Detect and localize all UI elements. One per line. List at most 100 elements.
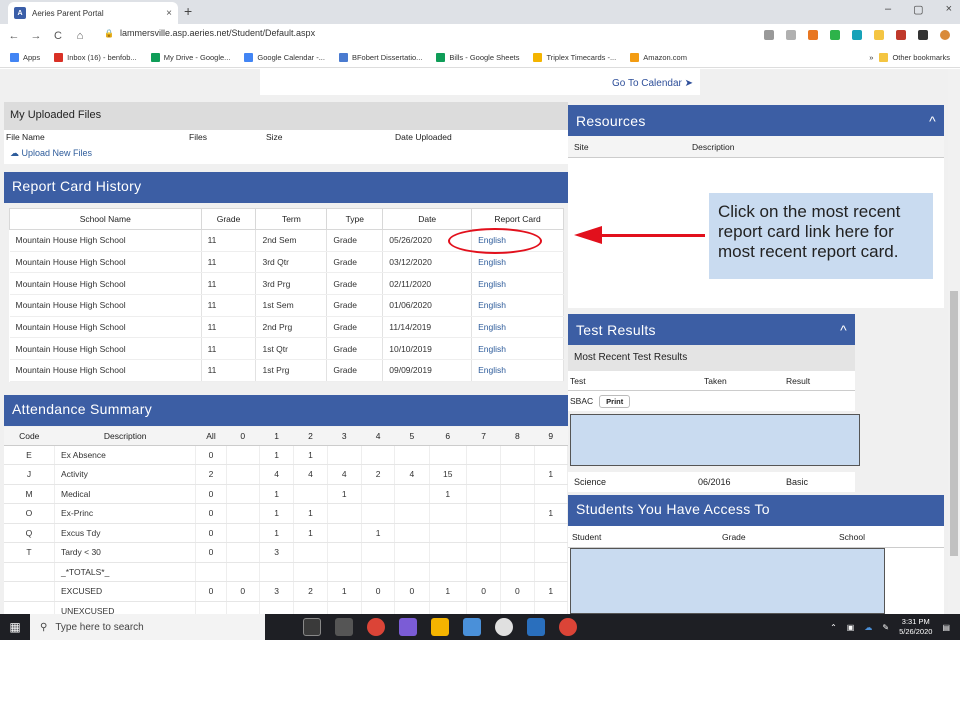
home-button[interactable]: ⌂ — [72, 30, 88, 42]
report-card-link[interactable]: English — [471, 337, 564, 361]
app-icon[interactable] — [399, 618, 417, 636]
table-cell — [195, 562, 227, 582]
table-cell: 1 — [361, 523, 396, 543]
table-cell — [466, 523, 502, 543]
report-card-link[interactable]: English — [471, 251, 564, 274]
collapse-icon[interactable]: ^ — [929, 113, 936, 129]
table-cell: 1 — [534, 581, 569, 602]
table-cell: 0 — [195, 484, 227, 504]
maximize-button[interactable]: ▢ — [913, 3, 923, 16]
extension-icon[interactable] — [830, 30, 840, 40]
chrome-icon[interactable] — [367, 618, 385, 636]
table-cell — [4, 562, 55, 582]
tab-close-icon[interactable]: × — [166, 8, 172, 19]
report-card-link[interactable]: English — [471, 316, 564, 339]
column-header: All — [195, 427, 227, 446]
new-tab-button[interactable]: + — [184, 3, 192, 19]
task-view-icon[interactable] — [303, 618, 321, 636]
url-field[interactable]: 🔒 lammersville.asp.aeries.net/Student/De… — [104, 28, 315, 38]
more-bookmarks-button[interactable]: » — [869, 53, 873, 62]
bookmark-bills[interactable]: Bills - Google Sheets — [436, 53, 519, 62]
table-cell: 2nd Sem — [255, 229, 328, 252]
table-cell — [394, 484, 430, 504]
taskbar-search-box[interactable]: ⚲ Type here to search — [30, 614, 265, 640]
table-cell: 11 — [201, 337, 257, 361]
upload-new-files-link[interactable]: ☁ Upload New Files — [4, 144, 568, 163]
app-icon[interactable] — [527, 618, 545, 636]
close-window-button[interactable]: × — [946, 3, 952, 16]
bookmark-apps[interactable]: Apps — [10, 53, 40, 62]
extension-icon[interactable] — [852, 30, 862, 40]
column-header: File Name — [6, 132, 45, 142]
bookmark-timecards[interactable]: Triplex Timecards -... — [533, 53, 616, 62]
resources-title: Resources — [576, 112, 646, 129]
extension-icon[interactable] — [896, 30, 906, 40]
report-card-link[interactable]: English — [471, 272, 564, 296]
table-cell: 11 — [201, 316, 257, 339]
print-button[interactable]: Print — [599, 394, 631, 408]
table-cell: Mountain House High School — [9, 229, 202, 252]
table-cell: 10/10/2019 — [382, 337, 473, 361]
page-scrollbar[interactable] — [948, 69, 960, 614]
page-content: Go To Calendar ➤ My Uploaded Files File … — [0, 69, 960, 614]
table-cell — [466, 503, 502, 524]
minimize-button[interactable]: – — [885, 3, 891, 16]
table-cell — [394, 503, 430, 524]
table-cell: Ex-Princ — [54, 503, 197, 524]
battery-icon[interactable]: ▣ — [847, 623, 855, 632]
arrow-right-circle-icon: ➤ — [684, 78, 694, 89]
chevron-up-icon[interactable]: ⌃ — [830, 623, 837, 632]
pen-icon[interactable]: ✎ — [882, 623, 889, 632]
table-cell — [226, 542, 260, 563]
taskbar-clock[interactable]: 3:31 PM 5/26/2020 — [899, 617, 932, 637]
file-explorer-icon[interactable] — [431, 618, 449, 636]
table-cell: 4 — [259, 464, 295, 485]
report-card-link[interactable]: English — [471, 359, 564, 382]
table-cell — [500, 601, 535, 614]
star-icon[interactable] — [764, 30, 774, 40]
extension-icon[interactable] — [786, 30, 796, 40]
onedrive-icon[interactable]: ☁ — [864, 623, 872, 632]
back-button[interactable]: ← — [6, 30, 22, 42]
table-cell: Ex Absence — [54, 445, 197, 465]
table-cell — [500, 464, 535, 485]
other-bookmarks-folder[interactable]: Other bookmarks — [879, 53, 950, 62]
table-cell: 1 — [259, 503, 295, 524]
table-cell — [534, 523, 569, 543]
app-icon[interactable] — [495, 618, 513, 636]
notifications-icon[interactable]: ▤ — [942, 623, 950, 632]
science-result-row: Science 06/2016 Basic — [568, 472, 855, 492]
collapse-icon[interactable]: ^ — [840, 322, 847, 338]
windows-start-icon[interactable]: ▦ — [0, 614, 30, 640]
table-cell: 0 — [195, 523, 227, 543]
browser-tab[interactable]: A Aeries Parent Portal × — [8, 2, 178, 24]
chrome-icon[interactable] — [559, 618, 577, 636]
table-row: Mountain House High School 11 2nd Prg Grade… — [9, 316, 564, 339]
table-cell: 3 — [259, 581, 295, 602]
profile-avatar[interactable] — [940, 30, 950, 40]
extension-icon[interactable] — [808, 30, 818, 40]
bookmark-inbox[interactable]: Inbox (16) - benfob... — [54, 53, 137, 62]
bookmark-drive[interactable]: My Drive - Google... — [150, 53, 230, 62]
table-cell: 11 — [201, 251, 257, 274]
table-cell: 2 — [293, 581, 328, 602]
extension-icon[interactable] — [874, 30, 884, 40]
report-card-link[interactable]: English — [471, 294, 564, 317]
table-cell: 11 — [201, 229, 257, 252]
app-icon[interactable] — [463, 618, 481, 636]
table-cell: T — [4, 542, 55, 563]
column-header: School Name — [9, 208, 202, 230]
calculator-icon[interactable] — [335, 618, 353, 636]
bookmark-calendar[interactable]: Google Calendar -... — [244, 53, 325, 62]
table-cell — [327, 542, 362, 563]
reload-button[interactable]: C — [50, 30, 66, 42]
extension-icon[interactable] — [918, 30, 928, 40]
bookmark-dissertation[interactable]: BFobert Dissertatio... — [338, 53, 422, 62]
forward-button[interactable]: → — [28, 30, 44, 42]
table-cell: Grade — [326, 294, 384, 317]
scrollbar-thumb[interactable] — [950, 291, 958, 556]
table-cell — [361, 503, 396, 524]
go-to-calendar-link[interactable]: Go To Calendar ➤ — [612, 78, 693, 89]
table-cell — [293, 601, 328, 614]
bookmark-amazon[interactable]: Amazon.com — [630, 53, 687, 62]
